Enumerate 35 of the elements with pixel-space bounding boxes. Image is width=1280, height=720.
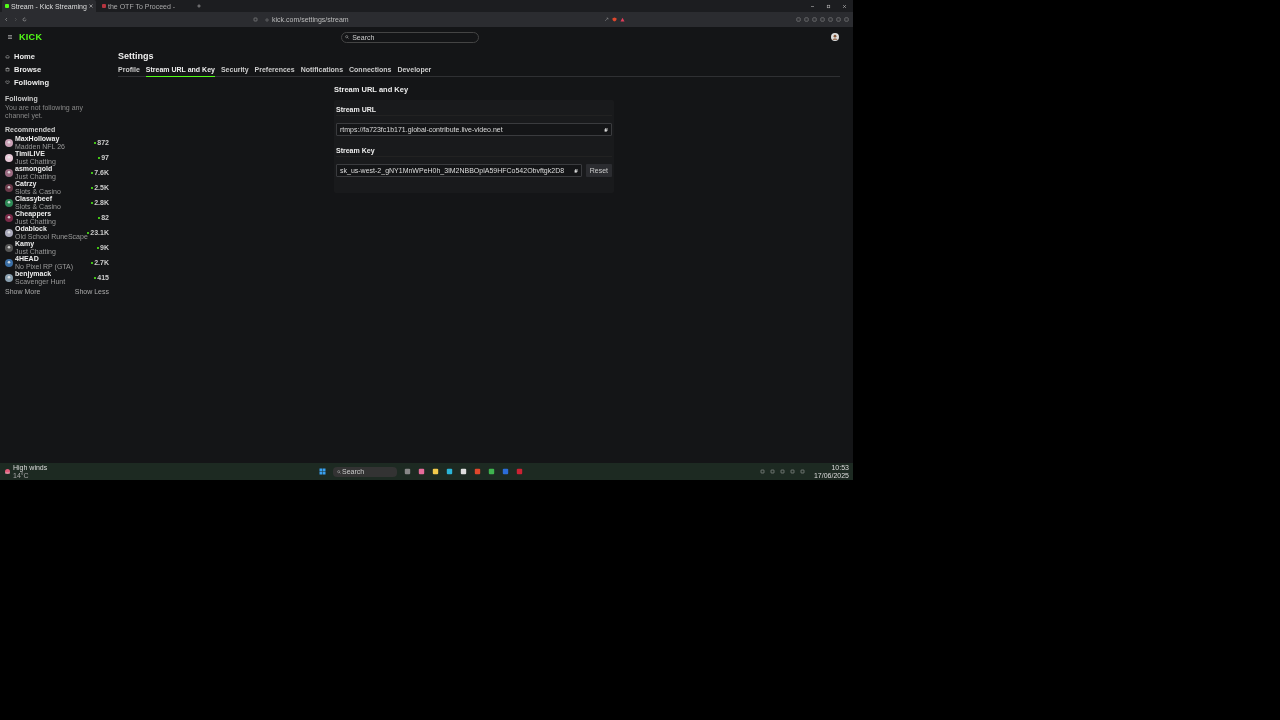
avatar <box>5 213 13 222</box>
triangle-icon[interactable] <box>620 17 625 22</box>
avatar <box>5 243 13 252</box>
windows-start-icon[interactable] <box>319 468 326 475</box>
back-icon[interactable] <box>4 17 9 22</box>
shield-icon[interactable] <box>612 17 617 22</box>
page-title: Settings <box>118 51 155 63</box>
heart-icon <box>5 80 10 85</box>
favicon-icon <box>5 4 9 8</box>
briefcase-icon <box>5 67 10 72</box>
search-icon <box>345 35 350 39</box>
close-icon[interactable] <box>842 3 847 9</box>
weather-icon[interactable] <box>4 468 11 475</box>
bookmark-icon[interactable] <box>253 17 258 22</box>
avatar[interactable] <box>831 33 839 41</box>
avatar <box>5 198 13 207</box>
avatar <box>5 183 13 192</box>
copy-icon[interactable] <box>604 127 608 132</box>
minimize-icon[interactable] <box>810 3 815 9</box>
restore-icon[interactable] <box>826 3 831 9</box>
reload-icon[interactable] <box>22 17 27 22</box>
avatar <box>5 138 13 147</box>
close-icon[interactable] <box>89 4 93 8</box>
avatar <box>5 273 13 282</box>
avatar <box>5 153 13 162</box>
copy-icon[interactable] <box>573 168 578 173</box>
favicon-icon <box>102 4 106 8</box>
share-icon[interactable] <box>604 17 609 22</box>
search-icon <box>337 469 341 474</box>
new-tab-icon[interactable] <box>197 4 201 8</box>
avatar <box>5 258 13 267</box>
avatar <box>5 168 13 177</box>
avatar <box>5 228 13 237</box>
kick-logo[interactable]: KICK <box>19 32 43 42</box>
home-icon <box>5 54 10 59</box>
